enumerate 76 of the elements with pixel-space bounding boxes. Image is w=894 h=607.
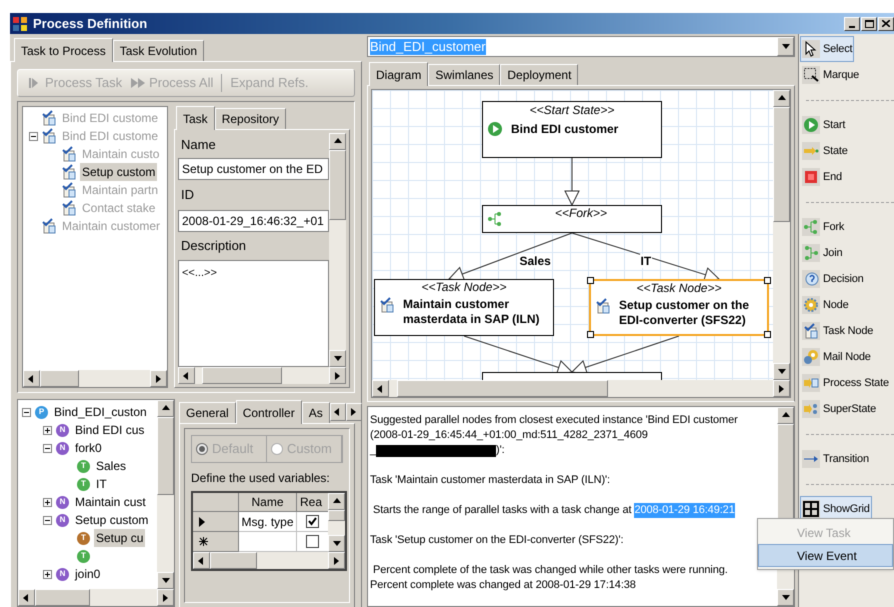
node-type-badge: N (56, 514, 69, 526)
toolbox-item[interactable]: End (800, 164, 844, 190)
tree-item[interactable]: Sales (94, 457, 128, 475)
tree-item[interactable]: Setup cu (94, 529, 146, 547)
toolbox-item[interactable]: Node (800, 292, 850, 318)
tree-item[interactable]: Setup custom (73, 511, 150, 529)
output-text: Task 'Setup customer on the EDI-converter (SFS22)': (370, 533, 624, 548)
tree-item[interactable]: Maintain cust (73, 493, 148, 511)
node-title: Setup customer on the EDI-converter (SFS22) (619, 298, 750, 328)
tab[interactable]: Repository (214, 108, 286, 129)
output-text: Suggested parallel nodes from closest executed instance 'Bind EDI customer (370, 413, 738, 428)
node-type-badge: T (77, 460, 90, 472)
output-text: Starts the range of parallel tasks with a task change at (372, 503, 633, 518)
stereotype-label: <<Fork>> (555, 206, 608, 221)
node-type-badge: N (56, 424, 69, 436)
task-node[interactable]: <<Task Node>> Maintain customer masterdata in SAP (ILN) (374, 279, 554, 336)
node-title: Maintain customer masterdata in SAP (ILN) (403, 297, 540, 327)
stereotype-label: <<Task Node>> (420, 280, 508, 295)
tab[interactable]: General (179, 402, 236, 423)
field-label: ID (180, 186, 195, 204)
output-text: )': (496, 443, 505, 458)
node-title: Bind EDI customer (511, 121, 618, 138)
window-title: Process Definition (33, 14, 148, 33)
table-cell[interactable]: Msg. type (239, 512, 297, 532)
node-type-badge: T (77, 550, 90, 562)
node-type-badge: N (56, 496, 69, 508)
task-node[interactable]: <<Task Node>> Setup customer on the EDI-converter (SFS22) (589, 279, 769, 336)
tab[interactable]: Diagram (369, 62, 428, 86)
toolbox-item[interactable]: Join (800, 240, 844, 266)
toolbox-item[interactable]: Mail Node (800, 344, 873, 370)
toolbox-item[interactable]: Marque (800, 62, 862, 88)
stereotype-label: <<Task Node>> (636, 281, 722, 296)
field-label: Description (180, 237, 248, 256)
output-text: _ (370, 443, 376, 458)
output-text: Percent complete was changed at 2008-01-29 17:14:38 (370, 578, 636, 593)
tab[interactable]: Task Evolution (112, 40, 204, 61)
toolbox-item[interactable]: Transition (800, 446, 871, 472)
tab[interactable]: Controller (236, 400, 302, 424)
toolbox-item[interactable]: Task Node (800, 318, 876, 344)
node-type-badge: N (56, 568, 69, 580)
node-type-badge: P (35, 406, 48, 418)
tree-item[interactable]: Bind EDI cus (73, 421, 146, 439)
tree-item[interactable]: IT (94, 475, 109, 493)
tab[interactable]: Task to Process (14, 38, 113, 62)
transition-label: Sales (518, 254, 552, 268)
tree-item[interactable]: fork0 (73, 439, 104, 457)
column-header[interactable]: Name (239, 493, 297, 512)
tree-item[interactable]: Bind_EDI_custon (52, 403, 149, 421)
node-type-badge: N (56, 442, 69, 454)
tab[interactable]: Swimlanes (428, 64, 500, 85)
node-type-badge: T (77, 478, 90, 490)
toolbox-item[interactable]: SuperState (800, 396, 878, 422)
variables-hint: Define the used variables: (191, 470, 331, 487)
tab[interactable]: As (302, 402, 330, 423)
transition-label: IT (640, 254, 652, 268)
stereotype-label: <<Start State>> (528, 103, 616, 118)
name-field[interactable]: Setup customer on the ED (178, 158, 329, 180)
toolbox-item[interactable]: Fork (800, 214, 846, 240)
description-field[interactable]: <<...>> (178, 260, 329, 367)
tab[interactable]: Task (176, 106, 215, 130)
id-field[interactable]: 2008-01-29_16:46:32_+01 (178, 210, 329, 232)
output-text: Percent complete of the task was changed while other tasks were running. (372, 563, 728, 578)
output-text: Task 'Maintain customer masterdata in SAP (ILN)': (370, 473, 610, 488)
node-type-badge: T (77, 532, 90, 544)
start-node[interactable]: <<Start State>> Bind EDI customer (482, 101, 662, 158)
toolbox-item[interactable]: Process State (800, 370, 891, 396)
output-text: (2008-01-29_16:45:44_+01:00_md:511_4282_2371_4609 (370, 428, 648, 443)
tab[interactable]: Deployment (500, 64, 578, 85)
column-header[interactable]: Rea (297, 493, 328, 512)
menu-item[interactable]: View Event (758, 544, 893, 567)
field-label: Name (180, 136, 217, 154)
toolbox-item[interactable]: Select (800, 36, 854, 62)
toolbox-item[interactable]: Start (800, 112, 848, 138)
toolbox-item[interactable]: State (800, 138, 850, 164)
toolbox-item[interactable]: Decision (800, 266, 866, 292)
tree-item[interactable]: join0 (73, 565, 102, 583)
